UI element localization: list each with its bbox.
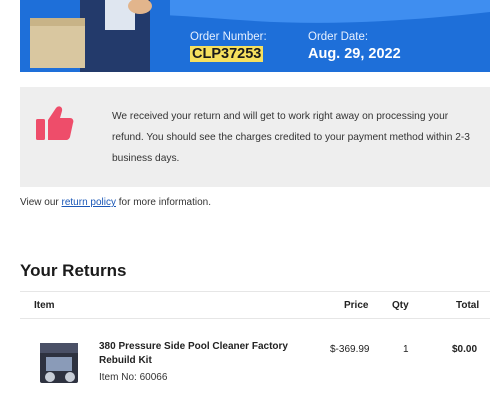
item-quantity: 1	[403, 344, 409, 355]
column-header-qty: Qty	[392, 300, 409, 311]
delivery-person-image	[20, 0, 170, 72]
policy-prefix: View our	[20, 197, 62, 208]
item-price: $-369.99	[330, 344, 370, 355]
thumbs-up-icon	[36, 106, 74, 140]
policy-suffix: for more information.	[115, 197, 212, 208]
column-header-item: Item	[34, 300, 55, 311]
order-date-label: Order Date:	[308, 31, 369, 43]
return-policy-line: View our return policy for more informat…	[20, 197, 211, 208]
returns-table-header: Item Price Qty Total	[20, 291, 490, 319]
order-date-value: Aug. 29, 2022	[308, 46, 401, 62]
order-number-highlight: CLP37253	[190, 46, 264, 62]
order-date-block: Order Date: Aug. 29, 2022	[308, 31, 401, 62]
product-item-number: Item No: 60066	[99, 372, 168, 383]
order-number-block: Order Number: CLP37253	[190, 31, 267, 62]
returns-section-title: Your Returns	[20, 261, 127, 280]
order-number-value: CLP37253	[190, 46, 267, 62]
column-header-price: Price	[344, 300, 369, 311]
product-image[interactable]	[36, 337, 84, 389]
order-number-label: Order Number:	[190, 31, 267, 43]
return-notice-box: We received your return and will get to …	[20, 87, 490, 187]
return-policy-link[interactable]: return policy	[62, 197, 116, 208]
column-header-total: Total	[456, 300, 480, 311]
order-header-banner: Order Number: CLP37253 Order Date: Aug. …	[20, 0, 490, 72]
table-row: 380 Pressure Side Pool Cleaner Factory R…	[20, 322, 490, 400]
return-notice-text: We received your return and will get to …	[112, 111, 470, 164]
product-name[interactable]: 380 Pressure Side Pool Cleaner Factory R…	[99, 340, 299, 368]
item-total: $0.00	[452, 344, 478, 355]
